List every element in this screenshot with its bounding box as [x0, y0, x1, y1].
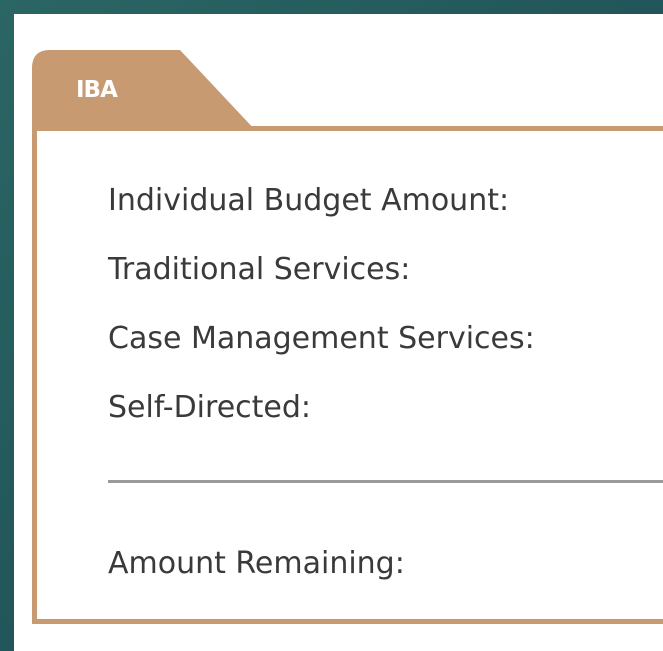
traditional-services-label: Traditional Services: [108, 252, 411, 287]
self-directed-label: Self-Directed: [108, 390, 312, 425]
slide-background: IBA Individual Budget Amount: Traditiona… [0, 0, 663, 651]
case-management-services-label: Case Management Services: [108, 321, 535, 356]
total-divider [108, 480, 663, 483]
individual-budget-amount-label: Individual Budget Amount: [108, 183, 510, 218]
tab-shape [32, 50, 257, 132]
tab-title: IBA [76, 77, 118, 103]
amount-remaining-label: Amount Remaining: [108, 546, 405, 581]
iba-tab: IBA [32, 50, 257, 132]
